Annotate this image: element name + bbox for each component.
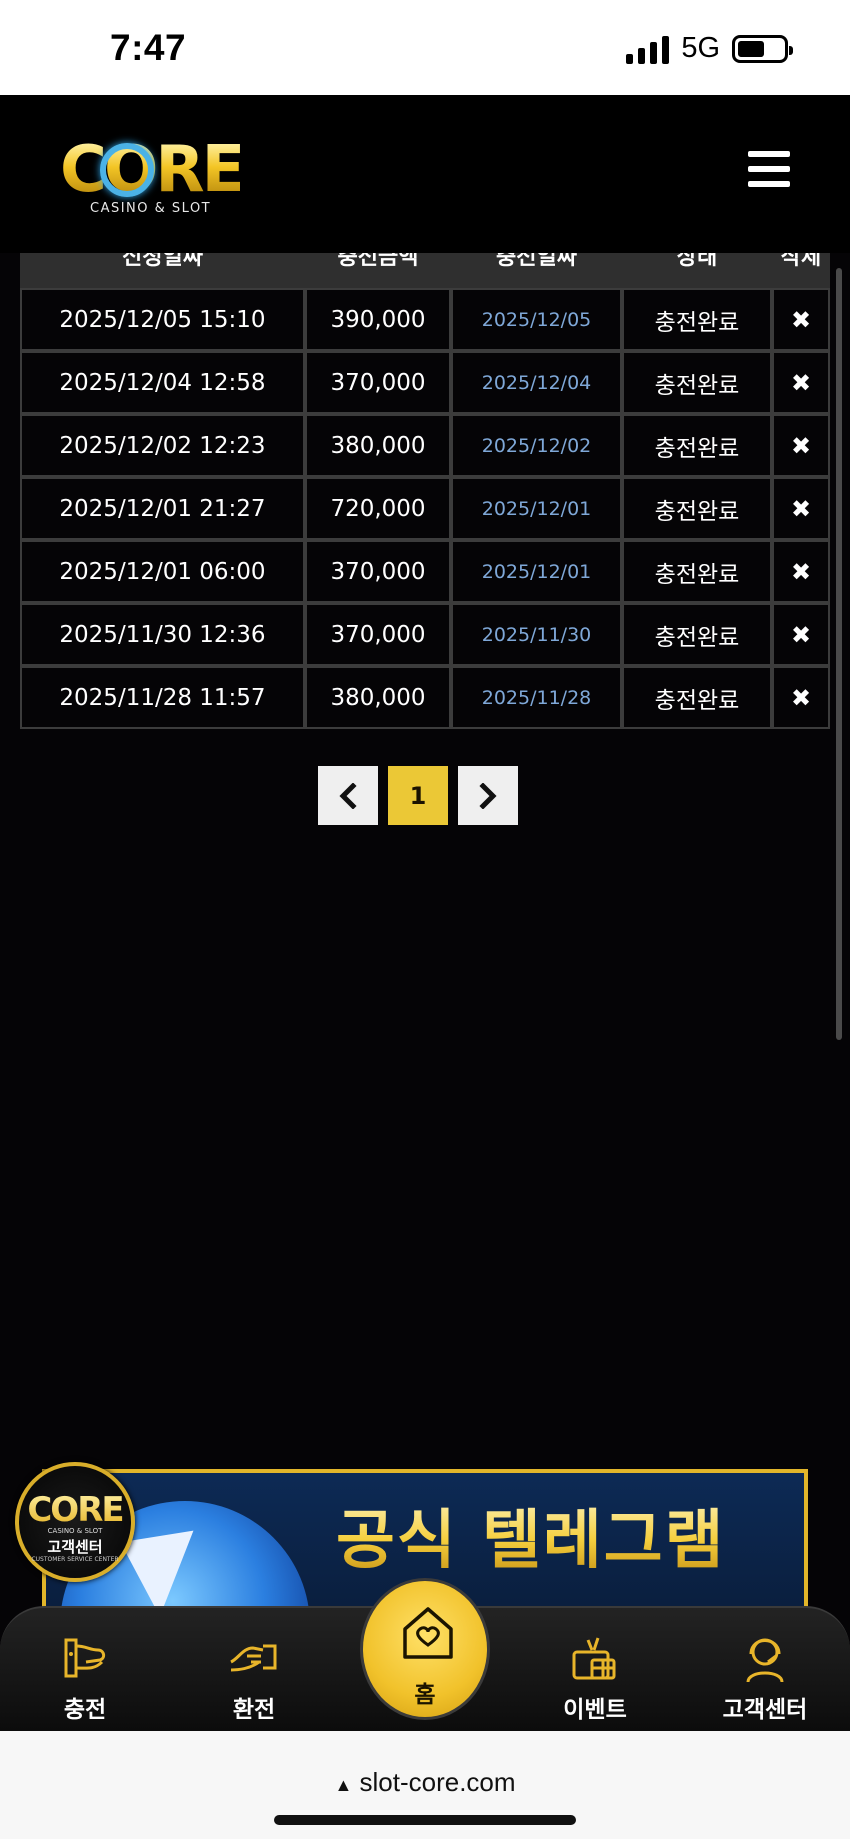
table-row: 2025/12/02 12:23 380,000 2025/12/02 충전완료…	[20, 414, 830, 477]
amount-cell: 370,000	[305, 540, 451, 603]
status-cell: 충전완료	[622, 540, 772, 603]
cs-badge-logo: CORE	[19, 1490, 131, 1530]
status-bar: 7:47 5G	[0, 0, 850, 95]
chevron-right-icon	[479, 782, 497, 809]
signal-icon	[626, 34, 670, 64]
status-cell: 충전완료	[622, 288, 772, 351]
chevron-left-icon	[339, 782, 357, 809]
home-heart-icon	[403, 1607, 453, 1659]
status-cell: 충전완료	[622, 477, 772, 540]
amount-cell: 380,000	[305, 414, 451, 477]
request-date-cell: 2025/11/28 11:57	[20, 666, 305, 729]
deposit-icon	[64, 1638, 106, 1678]
request-date-cell: 2025/12/05 15:10	[20, 288, 305, 351]
cs-badge-label: 고객센터	[47, 1538, 103, 1556]
hamburger-icon[interactable]	[748, 151, 790, 187]
delete-icon[interactable]: ✖	[772, 288, 830, 351]
prev-page-button[interactable]	[318, 766, 378, 825]
column-header-status: 상태	[676, 253, 718, 270]
amount-cell: 390,000	[305, 288, 451, 351]
next-page-button[interactable]	[458, 766, 518, 825]
site-header: CORE CASINO & SLOT	[0, 95, 850, 253]
request-date-cell: 2025/12/02 12:23	[20, 414, 305, 477]
logo-ring-icon	[100, 143, 154, 197]
network-label: 5G	[681, 32, 720, 64]
table-row: 2025/12/01 21:27 720,000 2025/12/01 충전완료…	[20, 477, 830, 540]
cs-badge-subtitle: CASINO & SLOT	[47, 1527, 103, 1535]
home-label: 홈	[414, 1682, 436, 1708]
page-scrollbar[interactable]	[836, 268, 842, 1040]
charge-date-cell: 2025/11/28	[451, 666, 622, 729]
delete-icon[interactable]: ✖	[772, 666, 830, 729]
column-header-request-date: 신청일짜	[122, 253, 203, 270]
charge-date-cell: 2025/12/01	[451, 477, 622, 540]
status-cell: 충전완료	[622, 666, 772, 729]
table-row: 2025/12/04 12:58 370,000 2025/12/04 충전완료…	[20, 351, 830, 414]
nav-support-label: 고객센터	[722, 1697, 808, 1723]
gift-icon	[572, 1637, 616, 1680]
table-row: 2025/12/05 15:10 390,000 2025/12/05 충전완료…	[20, 288, 830, 351]
status-cell: 충전완료	[622, 603, 772, 666]
browser-bar: ▲ slot-core.com	[0, 1731, 850, 1839]
nav-deposit-label: 충전	[63, 1697, 107, 1723]
withdraw-icon	[230, 1644, 277, 1672]
request-date-cell: 2025/12/01 06:00	[20, 540, 305, 603]
charge-date-cell: 2025/12/01	[451, 540, 622, 603]
delete-icon[interactable]: ✖	[772, 414, 830, 477]
amount-cell: 380,000	[305, 666, 451, 729]
charge-history-table: 신청일짜 충전금액 충전일짜 상태 삭제 2025/12/05 15:10 39…	[20, 253, 830, 729]
nav-withdraw-label: 환전	[232, 1697, 276, 1723]
amount-cell: 720,000	[305, 477, 451, 540]
request-date-cell: 2025/12/01 21:27	[20, 477, 305, 540]
delete-icon[interactable]: ✖	[772, 540, 830, 603]
status-cell: 충전완료	[622, 414, 772, 477]
charge-date-cell: 2025/12/05	[451, 288, 622, 351]
column-header-charge-date: 충전일짜	[496, 253, 577, 270]
url-text: slot-core.com	[359, 1767, 516, 1797]
site-logo[interactable]: CORE CASINO & SLOT	[60, 138, 245, 216]
home-button[interactable]: 홈	[360, 1578, 490, 1720]
request-date-cell: 2025/12/04 12:58	[20, 351, 305, 414]
pagination: 1	[318, 766, 518, 825]
status-cell: 충전완료	[622, 351, 772, 414]
charge-date-cell: 2025/12/04	[451, 351, 622, 414]
table-header: 신청일짜 충전금액 충전일짜 상태 삭제	[20, 253, 830, 288]
amount-cell: 370,000	[305, 603, 451, 666]
delete-icon[interactable]: ✖	[772, 603, 830, 666]
charge-date-cell: 2025/11/30	[451, 603, 622, 666]
column-header-amount: 충전금액	[337, 253, 419, 270]
delete-icon[interactable]: ✖	[772, 351, 830, 414]
headset-icon	[746, 1638, 784, 1683]
cs-badge-tag: CUSTOMER SERVICE CENTER	[31, 1556, 119, 1563]
status-indicators: 5G	[626, 32, 793, 65]
url-bar[interactable]: ▲ slot-core.com	[0, 1767, 850, 1798]
table-row: 2025/11/30 12:36 370,000 2025/11/30 충전완료…	[20, 603, 830, 666]
status-time: 7:47	[110, 27, 187, 68]
nav-withdraw[interactable]: 환전	[194, 1632, 314, 1724]
battery-fill	[738, 40, 765, 57]
table-row: 2025/12/01 06:00 370,000 2025/12/01 충전완료…	[20, 540, 830, 603]
customer-service-badge[interactable]: CORE CASINO & SLOT 고객센터 CUSTOMER SERVICE…	[15, 1462, 135, 1582]
nav-event[interactable]: 이벤트	[535, 1632, 655, 1724]
delete-icon[interactable]: ✖	[772, 477, 830, 540]
column-header-delete: 삭제	[780, 253, 822, 270]
amount-cell: 370,000	[305, 351, 451, 414]
page-number-button[interactable]: 1	[388, 766, 448, 825]
home-indicator[interactable]	[274, 1815, 576, 1825]
nav-support[interactable]: 고객센터	[705, 1632, 825, 1724]
banner-title: 공식 텔레그램	[336, 1489, 726, 1581]
charge-date-cell: 2025/12/02	[451, 414, 622, 477]
nav-event-label: 이벤트	[563, 1697, 627, 1723]
nav-deposit[interactable]: 충전	[25, 1632, 145, 1724]
table-row: 2025/11/28 11:57 380,000 2025/11/28 충전완료…	[20, 666, 830, 729]
battery-icon	[732, 34, 793, 63]
logo-subtitle: CASINO & SLOT	[90, 201, 212, 216]
request-date-cell: 2025/11/30 12:36	[20, 603, 305, 666]
warning-icon: ▲	[334, 1775, 353, 1795]
